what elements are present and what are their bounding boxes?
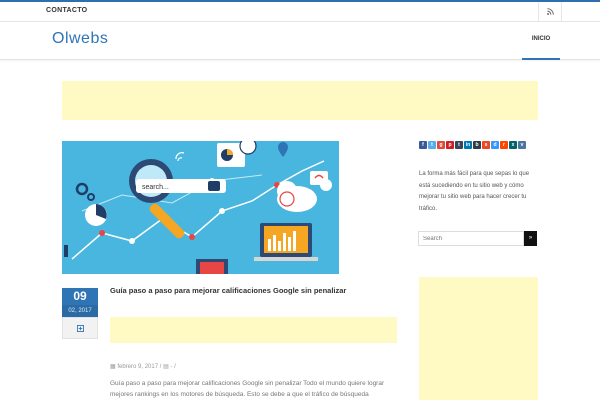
contact-link[interactable]: CONTACTO [46,7,87,14]
post-meta-category[interactable]: - [170,364,172,370]
post-meta-date[interactable]: febrero 9, 2017 [117,364,158,370]
meta-separator: / [159,364,162,370]
post-date-day: 09 [62,288,98,305]
search-button[interactable]: » [524,231,537,246]
ad-banner-sidebar [419,277,538,400]
post-date-box: 09 02, 2017 [62,288,98,339]
ad-banner-top [62,81,538,120]
sidebar-search: » [418,231,537,246]
stumbleupon-icon[interactable]: s [482,141,490,149]
folder-icon: ▤ [163,364,169,370]
social-share-bar: f t g p t in b s d r x v [419,141,526,149]
post-meta: ▦ febrero 9, 2017 / ▤ - / [110,363,176,370]
featured-image[interactable]: search... [62,141,339,274]
search-input[interactable] [418,231,524,246]
image-search-text: search... [142,184,169,191]
sidebar-text: La forma más fácil para que sepas lo que… [419,171,530,212]
facebook-icon[interactable]: f [419,141,427,149]
ad-banner-post [110,317,397,343]
pinterest-icon[interactable]: p [446,141,454,149]
nav-item-inicio[interactable]: INICIO [522,22,560,60]
post-excerpt: Guía paso a paso para mejorar calificaci… [110,380,385,398]
post-date-month: 02, 2017 [62,305,98,317]
linkedin-icon[interactable]: in [464,141,472,149]
reddit-icon[interactable]: r [500,141,508,149]
vk-icon[interactable]: v [518,141,526,149]
top-bar: CONTACTO [0,0,600,22]
post-title[interactable]: Guía paso a paso para mejorar calificaci… [110,286,400,295]
xing-icon[interactable]: x [509,141,517,149]
post-format-icon[interactable] [62,317,98,339]
rss-icon[interactable] [538,2,562,22]
calendar-icon: ▦ [110,364,116,370]
meta-separator: / [174,364,176,370]
google-plus-icon[interactable]: g [437,141,445,149]
site-header: Olwebs INICIO [0,22,600,60]
tumblr-icon[interactable]: t [455,141,463,149]
delicious-icon[interactable]: d [491,141,499,149]
site-logo[interactable]: Olwebs [52,30,108,48]
twitter-icon[interactable]: t [428,141,436,149]
buffer-icon[interactable]: b [473,141,481,149]
